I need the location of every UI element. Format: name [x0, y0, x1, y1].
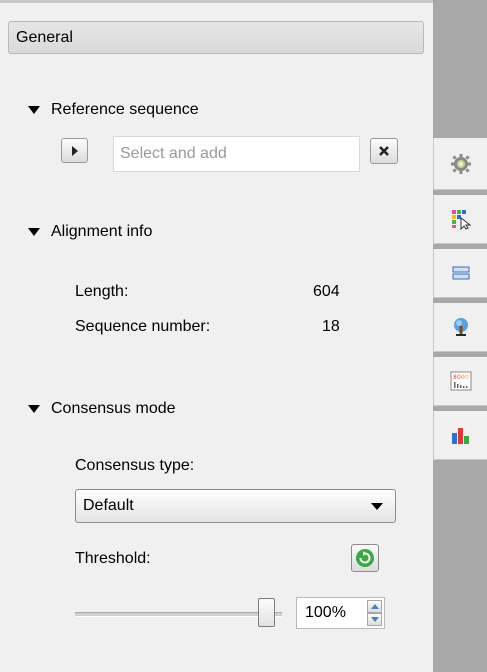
- alignment-info-label: Alignment info: [51, 223, 153, 240]
- chevron-right-icon: [71, 145, 78, 156]
- add-reference-button[interactable]: [61, 138, 88, 163]
- general-header[interactable]: General: [8, 21, 424, 54]
- gear-icon: [450, 153, 471, 174]
- consensus-type-value: Default: [83, 497, 134, 514]
- sequence-number-label: Sequence number:: [75, 318, 211, 335]
- expand-triangle-icon: [28, 106, 40, 114]
- close-icon: [379, 146, 389, 156]
- consensus-mode-label: Consensus mode: [51, 400, 176, 417]
- highlight-cursor-icon: [451, 210, 471, 230]
- tab-tree-settings[interactable]: [433, 303, 487, 352]
- tab-highlighting[interactable]: [433, 195, 487, 244]
- tab-overview[interactable]: [433, 249, 487, 298]
- reference-input[interactable]: Select and add: [113, 136, 360, 172]
- reset-threshold-button[interactable]: [351, 544, 379, 572]
- tab-general-settings[interactable]: [433, 138, 487, 190]
- tab-charts[interactable]: [433, 411, 487, 460]
- threshold-value: 100%: [305, 604, 346, 621]
- reference-sequence-header[interactable]: Reference sequence: [28, 101, 199, 119]
- statistics-icon: 8 0 0 0: [450, 371, 471, 391]
- consensus-type-label: Consensus type:: [75, 457, 195, 474]
- alignment-info-header[interactable]: Alignment info: [28, 223, 152, 241]
- spin-up-button[interactable]: [367, 600, 382, 613]
- general-title: General: [16, 29, 73, 46]
- arrow-down-icon: [370, 617, 379, 622]
- expand-triangle-icon: [28, 405, 40, 413]
- reference-sequence-label: Reference sequence: [51, 101, 199, 118]
- length-value: 604: [313, 283, 340, 300]
- refresh-icon: [356, 549, 374, 567]
- length-label: Length:: [75, 283, 129, 300]
- clear-reference-button[interactable]: [370, 138, 398, 164]
- dropdown-arrow-icon: [371, 503, 383, 510]
- svg-text:0: 0: [465, 374, 469, 381]
- sequence-number-value: 18: [322, 318, 340, 335]
- arrow-up-icon: [370, 604, 379, 609]
- threshold-spinbox[interactable]: 100%: [296, 597, 385, 629]
- threshold-label: Threshold:: [75, 550, 151, 567]
- overview-icon: [452, 266, 469, 280]
- bar-chart-icon: [451, 428, 469, 444]
- expand-triangle-icon: [28, 228, 40, 236]
- consensus-mode-header[interactable]: Consensus mode: [28, 400, 176, 418]
- threshold-slider-track[interactable]: [75, 612, 282, 617]
- threshold-slider-handle[interactable]: [258, 598, 275, 627]
- consensus-type-select[interactable]: Default: [75, 489, 396, 523]
- tree-icon: [453, 318, 468, 336]
- top-border: [0, 0, 433, 3]
- spin-down-button[interactable]: [367, 613, 382, 626]
- tab-statistics[interactable]: 8 0 0 0: [433, 357, 487, 406]
- options-panel: General Reference sequence Select and ad…: [0, 0, 433, 672]
